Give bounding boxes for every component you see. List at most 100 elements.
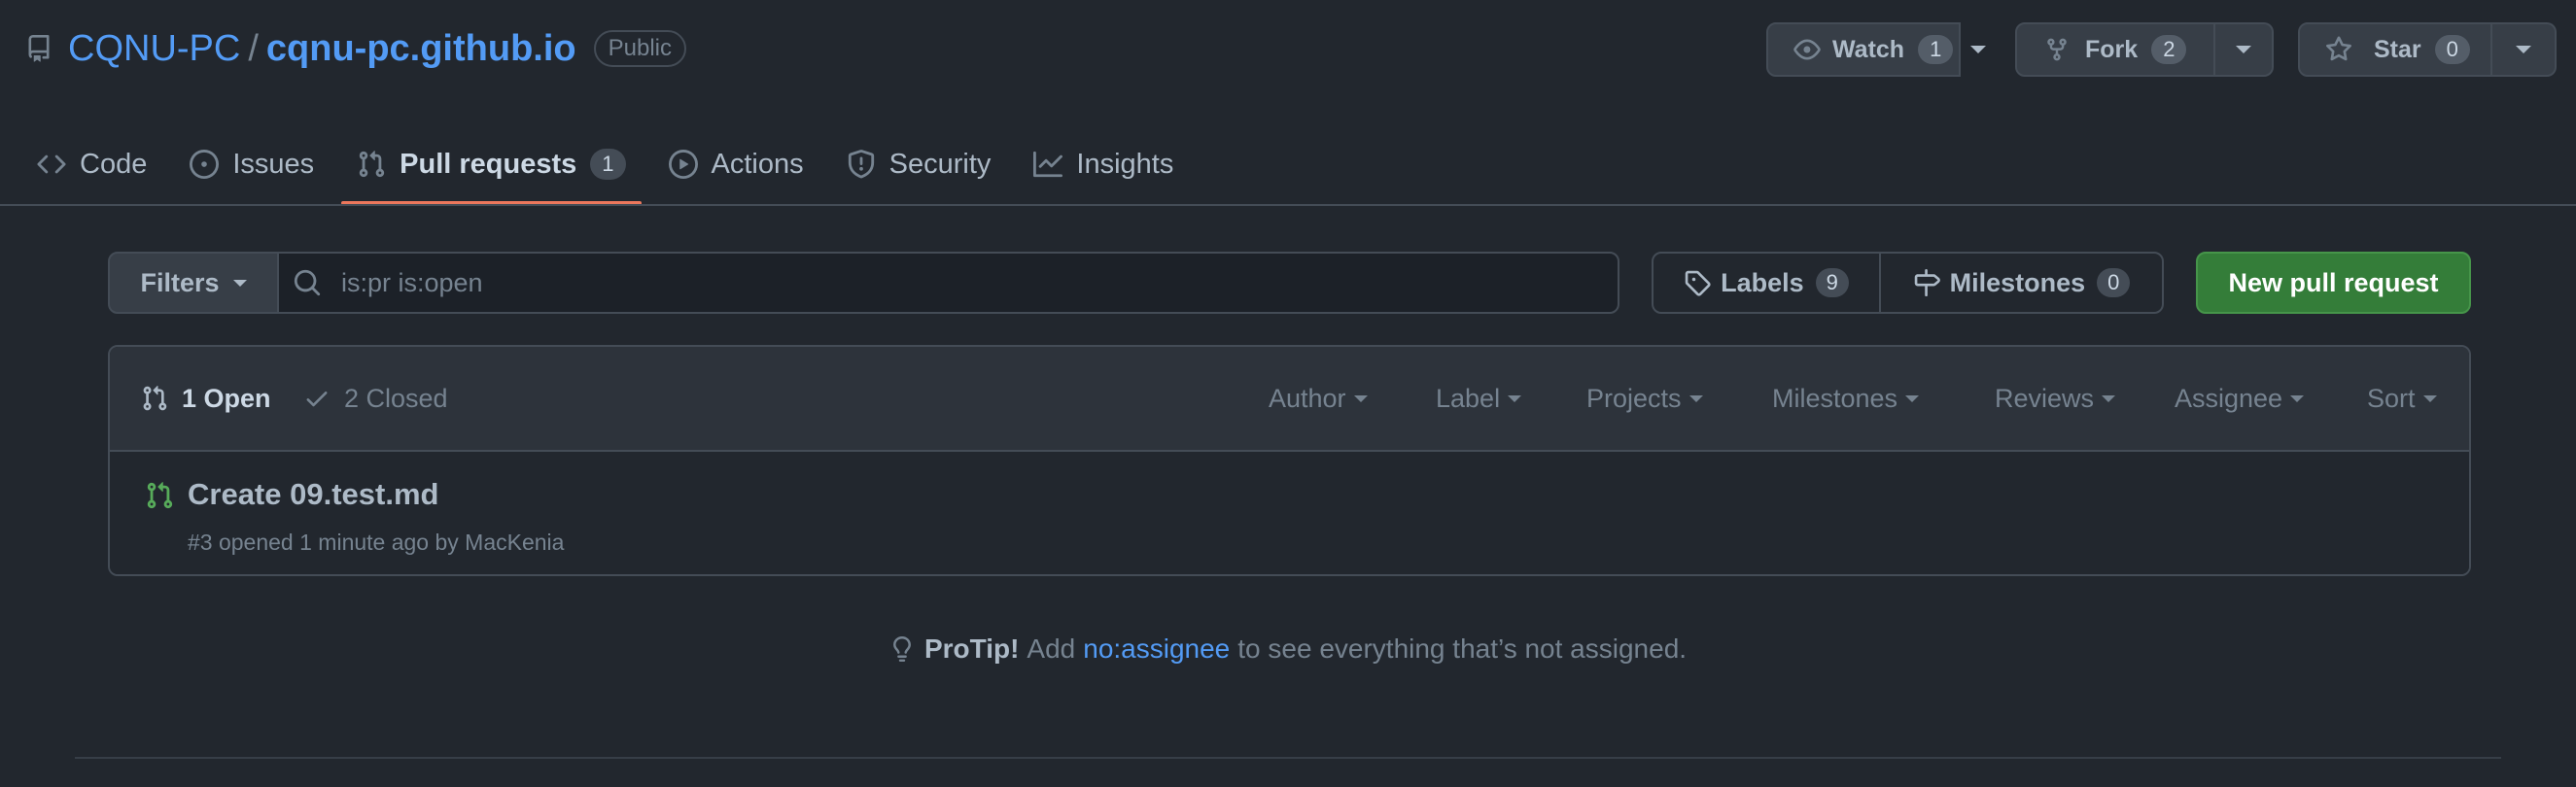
tab-count: 1: [590, 149, 626, 180]
dropdown-label: Assignee: [2175, 383, 2283, 413]
light-bulb-icon: [889, 633, 915, 665]
tab-label: Actions: [711, 148, 804, 180]
tab-label: Pull requests: [400, 148, 577, 180]
star-group: Star 0: [2298, 22, 2557, 77]
labels-label: Labels: [1721, 267, 1804, 297]
tab-security[interactable]: Security: [831, 124, 1007, 204]
shield-icon: [847, 150, 876, 179]
protip: ProTip! Add no:assignee to see everythin…: [0, 633, 2576, 665]
chevron-down-icon: [2516, 46, 2531, 53]
chevron-down-icon: [2236, 46, 2251, 53]
filters-button[interactable]: Filters: [108, 252, 279, 314]
milestones-button[interactable]: Milestones 0: [1879, 252, 2164, 314]
chevron-down-icon: [1688, 394, 1703, 402]
protip-query-link[interactable]: no:assignee: [1083, 633, 1230, 665]
chevron-down-icon: [1353, 394, 1368, 402]
milestones-count: 0: [2097, 268, 2131, 297]
chevron-down-icon: [2102, 394, 2116, 402]
tab-label: Security: [888, 148, 992, 180]
protip-prefix: Add: [1027, 633, 1076, 664]
tab-divider: [0, 204, 2576, 206]
pr-list-item: Create 09.test.md #3 opened 1 minute ago…: [110, 452, 2469, 574]
filters-label: Filters: [140, 267, 220, 297]
fork-button[interactable]: Fork 2: [2015, 22, 2215, 77]
footer-divider: [75, 757, 2501, 759]
tab-pull-requests[interactable]: Pull requests 1: [341, 124, 642, 205]
visibility-badge: Public: [593, 30, 686, 67]
chevron-down-icon: [1905, 394, 1920, 402]
fork-group: Fork 2: [2015, 22, 2274, 77]
star-label: Star: [2374, 35, 2421, 63]
tab-label: Issues: [232, 148, 315, 180]
milestone-icon: [1913, 269, 1940, 296]
fork-dropdown-button[interactable]: [2215, 22, 2274, 77]
star-button[interactable]: Star 0: [2298, 22, 2492, 77]
chevron-down-icon: [2422, 394, 2437, 402]
milestones-filter-dropdown[interactable]: Milestones: [1772, 347, 1920, 450]
repo-owner-link[interactable]: CQNU-PC: [68, 28, 240, 70]
pull-request-icon: [141, 385, 168, 412]
check-icon: [303, 385, 331, 412]
dropdown-label: Sort: [2367, 383, 2416, 413]
pr-meta: #3 opened 1 minute ago by MacKenia: [188, 530, 565, 555]
tab-label: Code: [80, 148, 148, 180]
search-box: [277, 252, 1619, 314]
issue-icon: [190, 150, 220, 179]
fork-count: 2: [2151, 35, 2187, 64]
tag-icon: [1684, 269, 1711, 296]
pr-title-link[interactable]: Create 09.test.md: [188, 477, 438, 512]
search-icon: [293, 268, 322, 297]
protip-suffix: to see everything that’s not assigned.: [1237, 633, 1688, 664]
dropdown-label: Reviews: [1995, 383, 2095, 413]
dropdown-label: Author: [1269, 383, 1346, 413]
pr-list-header: 1 Open 2 Closed Author Label Projects Mi…: [110, 347, 2469, 452]
tab-label: Insights: [1076, 148, 1174, 180]
repo-nav-tabs: Code Issues Pull requests 1 Actions Secu…: [21, 124, 1189, 205]
milestones-label: Milestones: [1949, 267, 2086, 297]
labels-button[interactable]: Labels 9: [1652, 252, 1881, 314]
dropdown-label: Milestones: [1772, 383, 1898, 413]
watch-count: 1: [1918, 35, 1954, 64]
star-dropdown-button[interactable]: [2492, 22, 2557, 77]
fork-label: Fork: [2085, 35, 2139, 63]
watch-label: Watch: [1832, 35, 1905, 63]
path-separator: /: [248, 27, 259, 69]
tab-actions[interactable]: Actions: [653, 124, 819, 204]
dropdown-label: Projects: [1586, 383, 1682, 413]
label-filter-dropdown[interactable]: Label: [1436, 347, 1522, 450]
open-filter-link[interactable]: 1 Open: [141, 347, 271, 450]
star-icon: [2325, 36, 2352, 63]
star-count: 0: [2434, 35, 2470, 64]
watch-group: Watch 1: [1766, 22, 1987, 77]
tab-code[interactable]: Code: [21, 124, 162, 204]
graph-icon: [1033, 150, 1063, 179]
search-input[interactable]: [341, 267, 1508, 298]
open-count-label: 1 Open: [182, 383, 271, 413]
repo-icon: [25, 35, 52, 62]
closed-count-label: 2 Closed: [344, 383, 448, 413]
pr-list: 1 Open 2 Closed Author Label Projects Mi…: [108, 345, 2471, 576]
sort-dropdown[interactable]: Sort: [2367, 347, 2437, 450]
protip-lead: ProTip!: [923, 633, 1020, 664]
chevron-down-icon: [232, 279, 247, 287]
watch-button[interactable]: Watch 1: [1766, 22, 1987, 77]
open-pull-request-icon: [145, 481, 174, 510]
author-filter-dropdown[interactable]: Author: [1269, 347, 1368, 450]
assignee-filter-dropdown[interactable]: Assignee: [2175, 347, 2305, 450]
repo-title: CQNU-PC / cqnu-pc.github.io Public: [68, 27, 686, 70]
dropdown-label: Label: [1436, 383, 1501, 413]
new-pull-request-button[interactable]: New pull request: [2196, 252, 2471, 314]
chevron-down-icon: [1970, 46, 1987, 53]
labels-count: 9: [1815, 268, 1849, 297]
chevron-down-icon: [2290, 394, 2305, 402]
eye-icon: [1793, 36, 1821, 63]
projects-filter-dropdown[interactable]: Projects: [1586, 347, 1703, 450]
repo-name-link[interactable]: cqnu-pc.github.io: [266, 28, 576, 70]
code-icon: [37, 150, 66, 179]
tab-issues[interactable]: Issues: [174, 124, 330, 204]
pull-request-icon: [357, 150, 386, 179]
fork-icon: [2044, 37, 2070, 62]
reviews-filter-dropdown[interactable]: Reviews: [1995, 347, 2116, 450]
tab-insights[interactable]: Insights: [1018, 124, 1189, 204]
closed-filter-link[interactable]: 2 Closed: [303, 347, 448, 450]
